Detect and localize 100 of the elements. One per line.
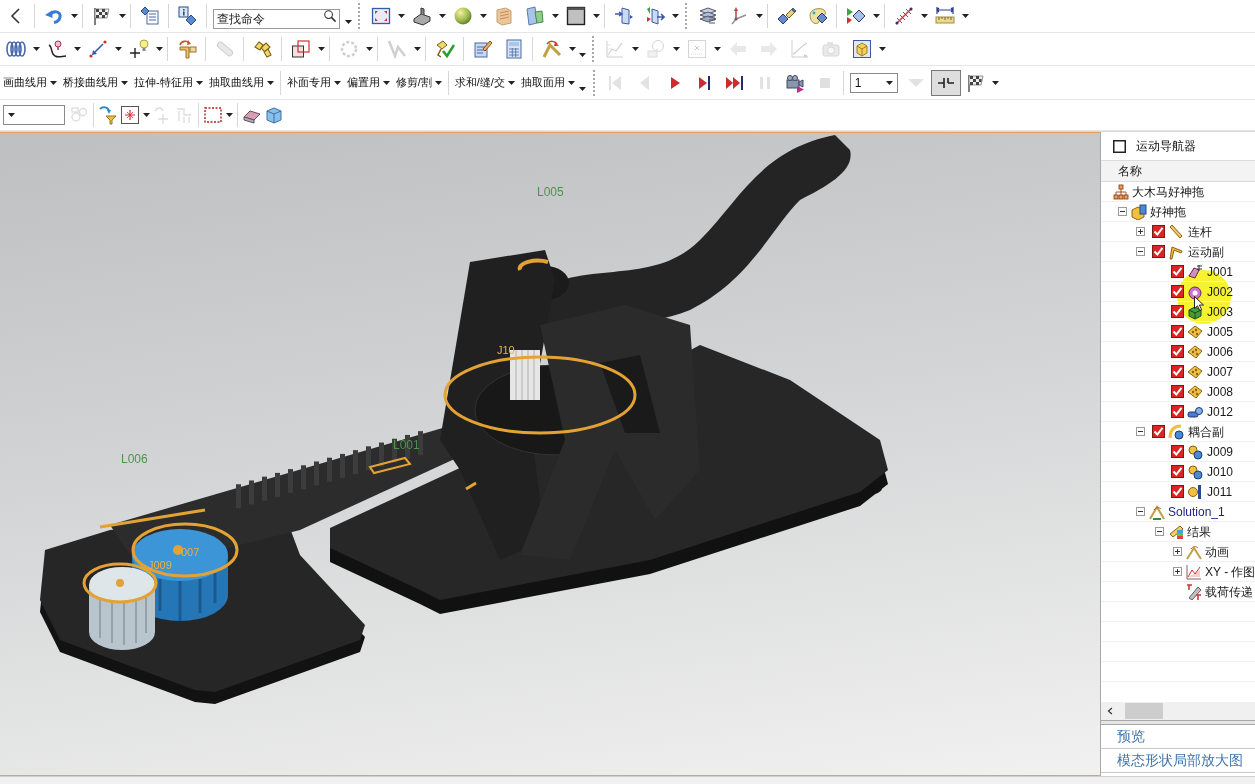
collapse-icon[interactable] <box>1135 427 1145 436</box>
checkbox[interactable] <box>1171 345 1184 358</box>
bar-icon <box>1168 223 1184 240</box>
caret-icon <box>992 80 1000 85</box>
tree-node-label[interactable]: Solution_1 <box>1168 504 1225 519</box>
a-frame-icon <box>1149 503 1165 520</box>
menu-button[interactable]: 补面专用 <box>283 70 344 95</box>
tree-node-label[interactable]: 结果 <box>1187 524 1211 539</box>
column-header[interactable]: 名称 <box>1101 160 1255 182</box>
tree-node-label[interactable]: J006 <box>1207 344 1234 359</box>
section-header[interactable]: 模态形状局部放大图 <box>1101 749 1255 773</box>
mouse-pointer-icon <box>1194 296 1204 311</box>
checkbox[interactable] <box>1171 365 1184 378</box>
tree-node-label[interactable]: J010 <box>1207 464 1234 479</box>
search-field[interactable]: 查找命令 <box>213 9 340 29</box>
tree-node-label[interactable]: J007 <box>1207 364 1234 379</box>
menu-button[interactable]: 偏置用 <box>343 70 393 95</box>
horizontal-scrollbar[interactable] <box>1101 702 1255 720</box>
caret-icon <box>878 47 886 51</box>
checkbox[interactable] <box>1171 485 1184 498</box>
caret-icon <box>713 47 721 51</box>
checkbox[interactable] <box>1171 265 1184 278</box>
expand-icon[interactable] <box>1172 567 1182 576</box>
tree-node-label[interactable]: 动画 <box>1205 544 1229 559</box>
tree-node-label[interactable]: 运动副 <box>1188 244 1224 259</box>
menu-button[interactable]: 桥接曲线用 <box>60 70 131 95</box>
tree-node-label[interactable]: J001 <box>1207 264 1234 279</box>
caret-icon <box>885 80 893 85</box>
caret-icon <box>438 14 446 18</box>
checkbox[interactable] <box>1171 405 1184 418</box>
disc-bar-icon <box>1187 483 1203 500</box>
checkbox[interactable] <box>1171 445 1184 458</box>
caret-icon <box>142 113 150 117</box>
caret-icon <box>70 14 78 18</box>
caret-icon <box>317 47 325 51</box>
menu-button[interactable]: 画曲线用 <box>0 70 60 95</box>
tree-node-label[interactable]: 大木马好神拖 <box>1132 184 1204 199</box>
tree-node-label[interactable]: J009 <box>1207 444 1234 459</box>
section-header[interactable]: 预览 <box>1101 725 1255 749</box>
caret-icon <box>382 80 390 85</box>
caret-icon <box>155 47 163 51</box>
checkbox[interactable] <box>1171 465 1184 478</box>
dotted-tile-icon <box>1187 383 1203 400</box>
tree-node-label[interactable]: J011 <box>1207 484 1233 499</box>
caret-icon <box>507 80 515 85</box>
expand-icon[interactable] <box>1135 227 1145 236</box>
checkbox[interactable] <box>1152 225 1165 238</box>
toolbar-button[interactable] <box>930 69 961 96</box>
caret-icon <box>872 14 880 18</box>
checkbox[interactable] <box>1171 305 1184 318</box>
caret-icon <box>551 14 559 18</box>
checkbox[interactable] <box>1171 285 1184 298</box>
scrollbar-thumb[interactable] <box>1125 703 1163 719</box>
dropdown-field[interactable] <box>3 105 65 125</box>
search-icon[interactable] <box>323 9 337 23</box>
menu-button[interactable]: 抽取面用 <box>517 70 578 95</box>
arc-disc-icon <box>1168 423 1184 440</box>
two-discs-icon <box>1187 443 1203 460</box>
caret-icon <box>121 80 128 85</box>
tree-node-label[interactable]: J008 <box>1207 384 1234 399</box>
menu-button[interactable]: 求和/缝/交 <box>451 70 518 95</box>
xy-graph-icon <box>1186 563 1202 580</box>
checkbox[interactable] <box>1171 325 1184 338</box>
tree-node-label[interactable]: J005 <box>1207 324 1234 339</box>
checkbox[interactable] <box>1152 245 1165 258</box>
tree-node-label[interactable]: 好神拖 <box>1150 204 1186 219</box>
link-label: L001 <box>393 438 420 452</box>
link-label: L006 <box>121 452 148 466</box>
caret-icon <box>118 14 126 18</box>
caret-icon <box>592 14 600 18</box>
tree-node-label[interactable]: 耦合副 <box>1188 424 1224 439</box>
panel-title: 运动导航器 <box>1136 138 1196 155</box>
model-viewport[interactable]: L005 L006 L001 J10 007 J009 <box>0 132 1100 776</box>
menu-button[interactable]: 拉伸-特征用 <box>131 70 206 95</box>
menu-button[interactable]: 抽取曲线用 <box>205 70 277 95</box>
collapse-icon[interactable] <box>1154 527 1164 536</box>
tree-node-label[interactable]: 连杆 <box>1188 224 1212 239</box>
collapse-icon[interactable] <box>1135 247 1145 256</box>
tree-node-label[interactable]: XY - 作图 <box>1205 564 1255 579</box>
scroll-left-icon[interactable] <box>1107 707 1113 715</box>
tree-node-label[interactable]: 载荷传递 <box>1205 584 1253 599</box>
window-icon[interactable] <box>1113 139 1126 153</box>
caret-icon <box>413 47 421 51</box>
caret-icon <box>961 14 969 18</box>
caret-icon <box>434 80 442 85</box>
dropdown-field[interactable]: 1 <box>849 72 898 93</box>
checkbox[interactable] <box>1171 385 1184 398</box>
checkbox[interactable] <box>1152 425 1165 438</box>
joint-label: 007 <box>181 546 200 558</box>
menu-button[interactable]: 修剪/割 <box>392 70 445 95</box>
collapse-icon[interactable] <box>1135 507 1145 516</box>
collapse-icon[interactable] <box>1117 207 1127 216</box>
expand-icon[interactable] <box>1172 547 1182 556</box>
tree-node-label[interactable]: J012 <box>1207 404 1234 419</box>
joint-label: J10 <box>497 344 515 356</box>
caret-icon <box>333 80 341 85</box>
caret-icon <box>365 47 373 51</box>
caret-icon <box>397 14 405 18</box>
color-bar-icon <box>1168 523 1184 540</box>
caret-icon <box>8 113 15 117</box>
